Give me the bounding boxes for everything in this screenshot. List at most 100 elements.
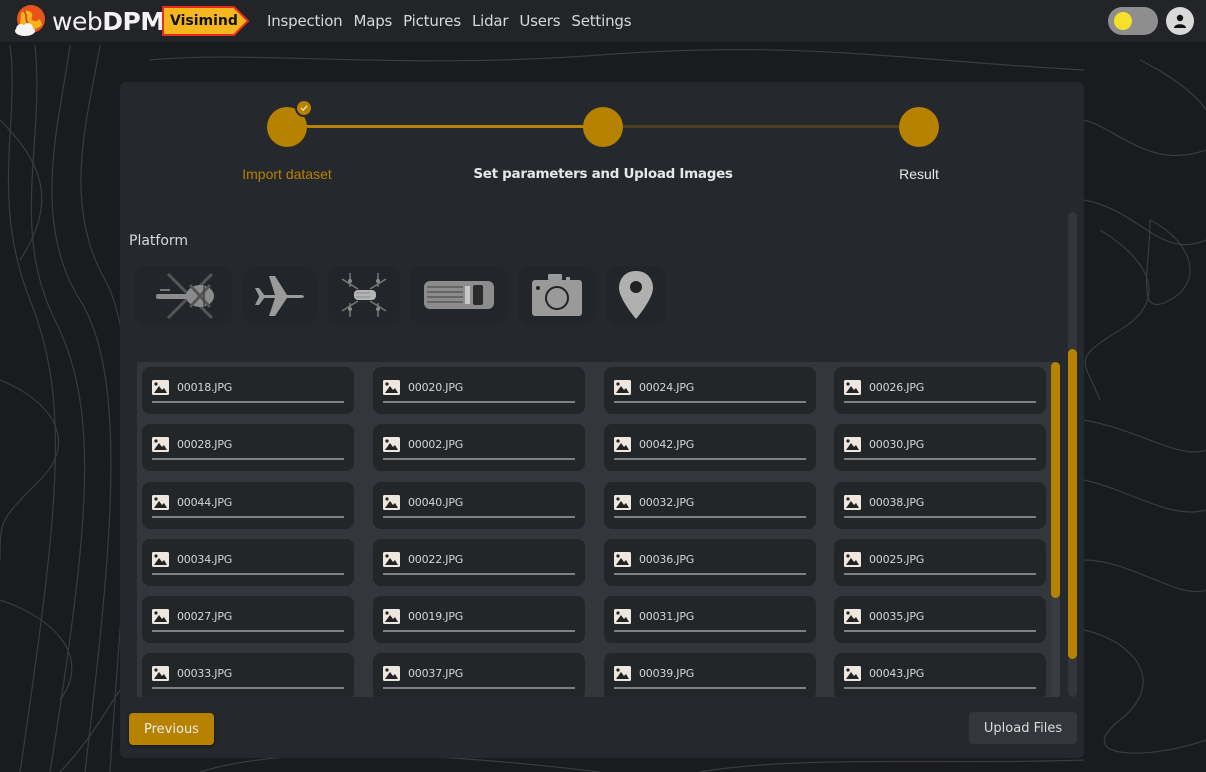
file-item[interactable]: 00044.JPG — [142, 482, 354, 529]
file-item[interactable]: 00019.JPG — [373, 596, 585, 643]
file-item[interactable]: 00036.JPG — [604, 539, 816, 586]
image-file-icon — [152, 380, 169, 395]
nav-item-inspection[interactable]: Inspection — [267, 12, 343, 30]
platform-label: Platform — [129, 233, 189, 249]
image-file-icon — [844, 437, 861, 452]
file-name: 00039.JPG — [639, 667, 695, 680]
nav-item-maps[interactable]: Maps — [353, 12, 392, 30]
image-file-icon — [844, 380, 861, 395]
step-1-label: Import dataset — [242, 166, 332, 182]
platform-car-button[interactable] — [410, 266, 508, 324]
file-name: 00025.JPG — [869, 553, 925, 566]
image-file-icon — [614, 380, 631, 395]
file-name: 00043.JPG — [869, 667, 925, 680]
file-item[interactable]: 00042.JPG — [604, 424, 816, 471]
image-file-icon — [383, 437, 400, 452]
platform-airplane-button[interactable] — [243, 266, 317, 324]
file-name: 00026.JPG — [869, 381, 925, 394]
nav-item-users[interactable]: Users — [519, 12, 560, 30]
file-item[interactable]: 00037.JPG — [373, 653, 585, 698]
file-item[interactable]: 00039.JPG — [604, 653, 816, 698]
camera-icon — [532, 274, 582, 316]
platform-helicopter-button[interactable] — [134, 266, 232, 324]
step-3-circle[interactable] — [899, 107, 939, 147]
file-item[interactable]: 00022.JPG — [373, 539, 585, 586]
file-item[interactable]: 00033.JPG — [142, 653, 354, 698]
upload-files-button[interactable]: Upload Files — [969, 712, 1077, 744]
card-scrollbar-thumb[interactable] — [1068, 349, 1077, 659]
user-icon — [1174, 14, 1186, 28]
image-file-icon — [383, 552, 400, 567]
upload-progress-bar — [844, 401, 1036, 403]
file-name: 00020.JPG — [408, 381, 464, 394]
file-name: 00027.JPG — [177, 610, 233, 623]
file-name: 00040.JPG — [408, 496, 464, 509]
user-avatar-button[interactable] — [1166, 7, 1194, 35]
step-2-circle[interactable] — [583, 107, 623, 147]
upload-progress-bar — [383, 573, 575, 575]
image-file-icon — [614, 495, 631, 510]
image-file-icon — [614, 437, 631, 452]
upload-progress-bar — [152, 687, 344, 689]
file-list-scrollbar-thumb[interactable] — [1051, 362, 1060, 598]
file-item[interactable]: 00002.JPG — [373, 424, 585, 471]
file-name: 00036.JPG — [639, 553, 695, 566]
upload-progress-bar — [844, 573, 1036, 575]
platform-camera-button[interactable] — [518, 266, 596, 324]
upload-progress-bar — [383, 687, 575, 689]
file-name: 00002.JPG — [408, 438, 464, 451]
file-item[interactable]: 00025.JPG — [834, 539, 1046, 586]
nav-item-pictures[interactable]: Pictures — [403, 12, 461, 30]
previous-button[interactable]: Previous — [129, 713, 214, 745]
file-name: 00024.JPG — [639, 381, 695, 394]
step-2-label: Set parameters and Upload Images — [473, 166, 733, 182]
upload-progress-bar — [383, 516, 575, 518]
webdpm-logo-icon[interactable] — [12, 3, 48, 39]
file-item[interactable]: 00018.JPG — [142, 367, 354, 414]
image-file-icon — [614, 552, 631, 567]
image-file-icon — [152, 552, 169, 567]
file-item[interactable]: 00038.JPG — [834, 482, 1046, 529]
app-brand[interactable]: webDPM — [52, 7, 165, 36]
main-nav: Inspection Maps Pictures Lidar Users Set… — [267, 12, 632, 30]
file-item[interactable]: 00032.JPG — [604, 482, 816, 529]
file-name: 00044.JPG — [177, 496, 233, 509]
upload-progress-bar — [383, 458, 575, 460]
upload-progress-bar — [844, 516, 1036, 518]
image-file-icon — [614, 666, 631, 681]
helicopter-icon — [156, 272, 214, 320]
upload-progress-bar — [383, 630, 575, 632]
nav-item-lidar[interactable]: Lidar — [472, 12, 509, 30]
step-1-check-badge — [295, 99, 313, 117]
upload-progress-bar — [152, 401, 344, 403]
file-item[interactable]: 00030.JPG — [834, 424, 1046, 471]
image-file-icon — [383, 495, 400, 510]
platform-drone-button[interactable] — [328, 266, 400, 324]
file-item[interactable]: 00040.JPG — [373, 482, 585, 529]
file-name: 00035.JPG — [869, 610, 925, 623]
nav-item-settings[interactable]: Settings — [571, 12, 631, 30]
image-file-icon — [152, 666, 169, 681]
file-item[interactable]: 00020.JPG — [373, 367, 585, 414]
file-name: 00030.JPG — [869, 438, 925, 451]
upload-progress-bar — [152, 630, 344, 632]
file-item[interactable]: 00035.JPG — [834, 596, 1046, 643]
file-item[interactable]: 00043.JPG — [834, 653, 1046, 698]
image-file-icon — [383, 380, 400, 395]
platform-location-button[interactable] — [606, 266, 666, 324]
file-item[interactable]: 00031.JPG — [604, 596, 816, 643]
theme-toggle[interactable] — [1108, 7, 1158, 35]
file-item[interactable]: 00027.JPG — [142, 596, 354, 643]
image-file-icon — [152, 609, 169, 624]
file-name: 00042.JPG — [639, 438, 695, 451]
upload-progress-bar — [152, 458, 344, 460]
image-file-icon — [844, 666, 861, 681]
file-name: 00034.JPG — [177, 553, 233, 566]
upload-progress-bar — [614, 516, 806, 518]
file-item[interactable]: 00028.JPG — [142, 424, 354, 471]
file-item[interactable]: 00034.JPG — [142, 539, 354, 586]
file-item[interactable]: 00026.JPG — [834, 367, 1046, 414]
file-item[interactable]: 00024.JPG — [604, 367, 816, 414]
upload-progress-bar — [614, 401, 806, 403]
file-name: 00019.JPG — [408, 610, 464, 623]
